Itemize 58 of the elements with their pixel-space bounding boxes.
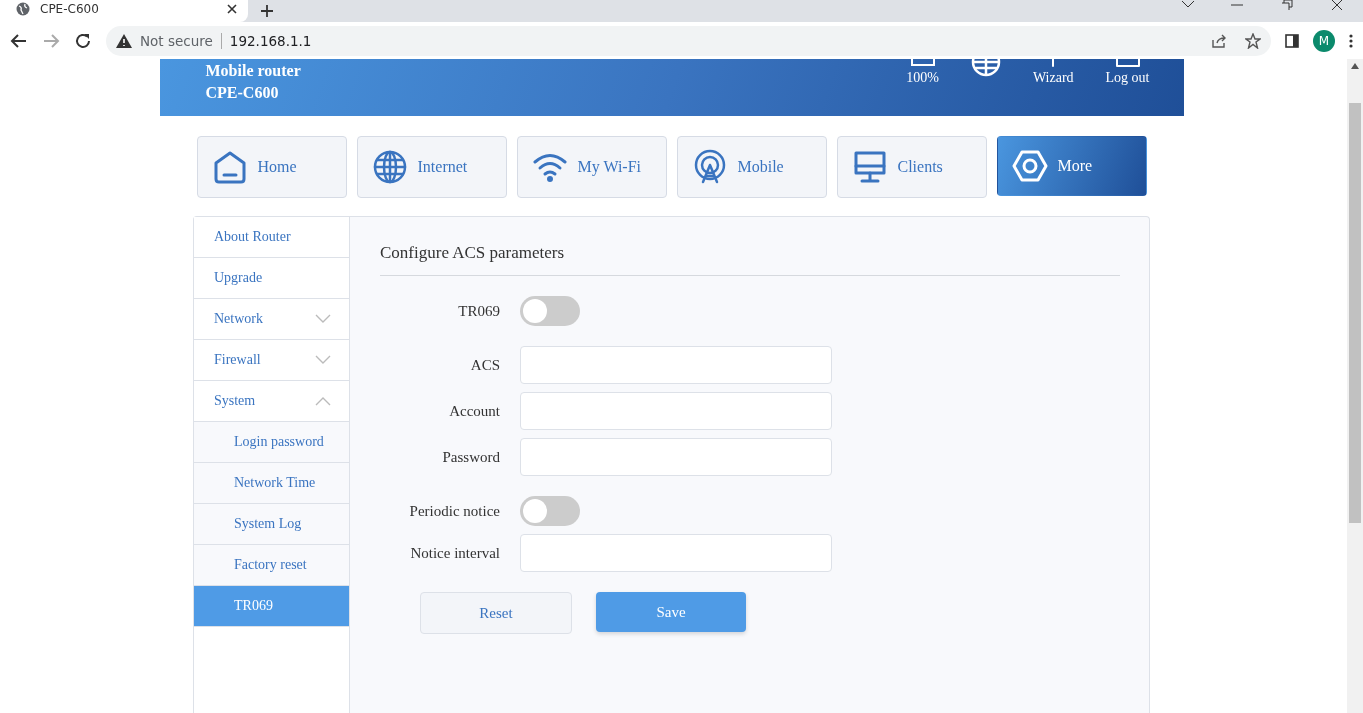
input-field[interactable] [520, 346, 832, 384]
field-label: Account [448, 402, 500, 420]
new-tab-icon[interactable] [260, 4, 274, 18]
nav-tab[interactable]: Clients [836, 136, 987, 198]
globe-icon [16, 2, 30, 16]
input-field[interactable] [520, 438, 832, 476]
globe-icon [371, 149, 408, 185]
url-text: 192.168.1.1 [229, 32, 313, 49]
reset-button[interactable]: Reset [420, 592, 572, 634]
field-label: Password [441, 448, 500, 466]
reload-icon[interactable] [74, 31, 92, 50]
battery-status: 100% [906, 59, 939, 116]
toggle-switch[interactable] [520, 296, 580, 326]
scroll-up-icon[interactable] [1351, 63, 1359, 69]
header-title: Mobile router [205, 61, 302, 81]
sidebar-item[interactable]: Login password [194, 422, 349, 463]
field-label: Periodic notice [408, 502, 500, 520]
side-panel-icon[interactable] [1285, 33, 1299, 48]
nav-tab[interactable]: More [996, 136, 1147, 196]
back-icon[interactable] [10, 31, 28, 50]
security-label: Not secure [140, 32, 213, 49]
warning-icon [116, 33, 132, 48]
sidebar-item[interactable]: Factory reset [194, 545, 349, 586]
nav-tab[interactable]: Mobile [676, 136, 827, 198]
field-label: Notice interval [409, 544, 500, 562]
nav-tab[interactable]: My Wi-Fi [516, 136, 667, 198]
menu-icon[interactable] [1349, 32, 1353, 49]
share-icon[interactable] [1211, 32, 1227, 49]
chevron-down-icon [315, 314, 331, 324]
wizard-button[interactable]: Wizard [1032, 59, 1074, 116]
hexagon-icon [1011, 148, 1048, 184]
field-label: TR069 [457, 302, 500, 320]
logout-button[interactable]: Log out [1105, 59, 1150, 116]
sidebar-item[interactable]: TR069 [194, 586, 349, 627]
close-icon[interactable] [1331, 0, 1343, 10]
nav-tab[interactable]: Internet [356, 136, 507, 198]
model-name: CPE-C600 [205, 83, 280, 103]
sidebar-item[interactable]: Network Time [194, 463, 349, 504]
sidebar-item[interactable]: System Log [194, 504, 349, 545]
scrollbar-thumb[interactable] [1349, 103, 1361, 523]
chevron-up-icon [315, 396, 331, 406]
field-label: ACS [469, 356, 500, 374]
tab-title: CPE-C600 [40, 2, 100, 16]
browser-tab[interactable]: CPE-C600 [0, 0, 248, 22]
restore-icon[interactable] [1281, 0, 1293, 10]
nav-tab[interactable]: Home [196, 136, 347, 198]
input-field[interactable] [520, 392, 832, 430]
input-field[interactable] [520, 534, 832, 572]
star-icon[interactable] [1245, 32, 1261, 49]
toggle-switch[interactable] [520, 496, 580, 526]
save-button[interactable]: Save [596, 592, 746, 632]
address-bar[interactable]: Not secure 192.168.1.1 [106, 25, 1271, 56]
close-icon[interactable] [226, 3, 238, 15]
form-title: Configure ACS parameters [380, 243, 1120, 276]
profile-avatar[interactable]: M [1313, 29, 1335, 52]
chevron-down-icon[interactable] [1181, 0, 1195, 10]
chevron-down-icon [315, 355, 331, 365]
globe-icon[interactable] [970, 59, 1001, 77]
